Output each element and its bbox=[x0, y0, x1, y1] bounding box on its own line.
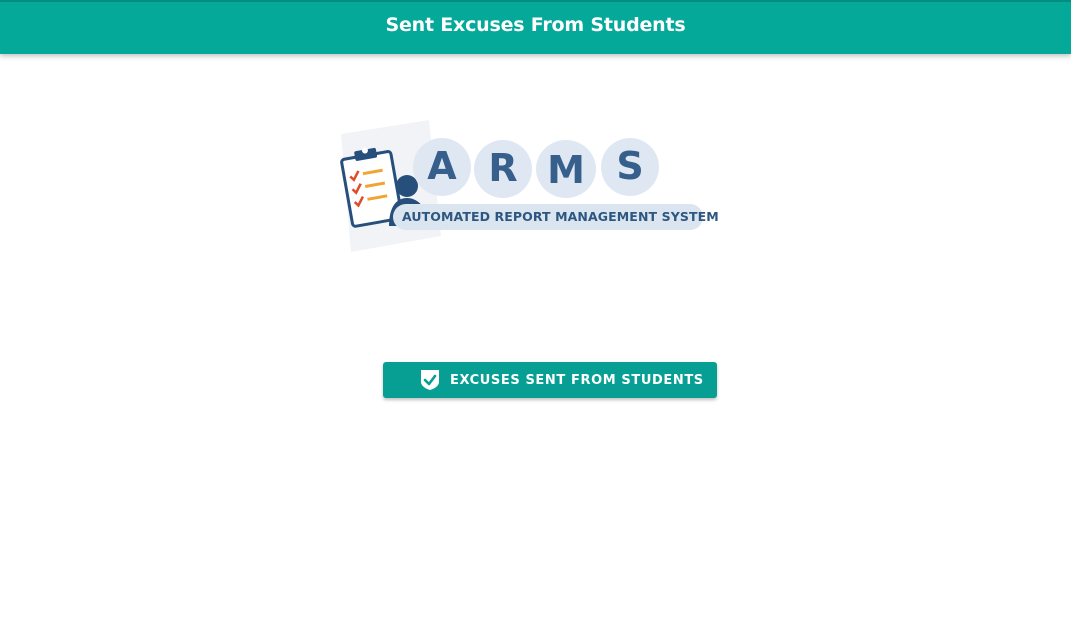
app-header: Sent Excuses From Students bbox=[0, 0, 1071, 54]
shield-check-icon bbox=[421, 370, 439, 390]
logo-letter-m: M bbox=[547, 148, 585, 192]
logo-circle-s: S bbox=[601, 138, 659, 196]
page-title: Sent Excuses From Students bbox=[385, 14, 686, 36]
excuses-sent-button[interactable]: EXCUSES SENT FROM STUDENTS bbox=[383, 362, 717, 398]
logo-subtitle-pill: AUTOMATED REPORT MANAGEMENT SYSTEM bbox=[393, 204, 719, 230]
logo-circle-a: A bbox=[413, 138, 471, 196]
logo-circle-r: R bbox=[474, 140, 532, 198]
logo-letter-s: S bbox=[616, 144, 644, 188]
logo-circle-m: M bbox=[536, 140, 596, 198]
logo-subtitle: AUTOMATED REPORT MANAGEMENT SYSTEM bbox=[402, 209, 719, 224]
arms-logo: A R M S AUTOMATED REPORT MANAGEMENT SYST… bbox=[337, 118, 719, 254]
excuses-sent-button-label: EXCUSES SENT FROM STUDENTS bbox=[450, 373, 704, 388]
logo-letter-r: R bbox=[488, 146, 518, 190]
logo-letter-a: A bbox=[427, 144, 457, 188]
